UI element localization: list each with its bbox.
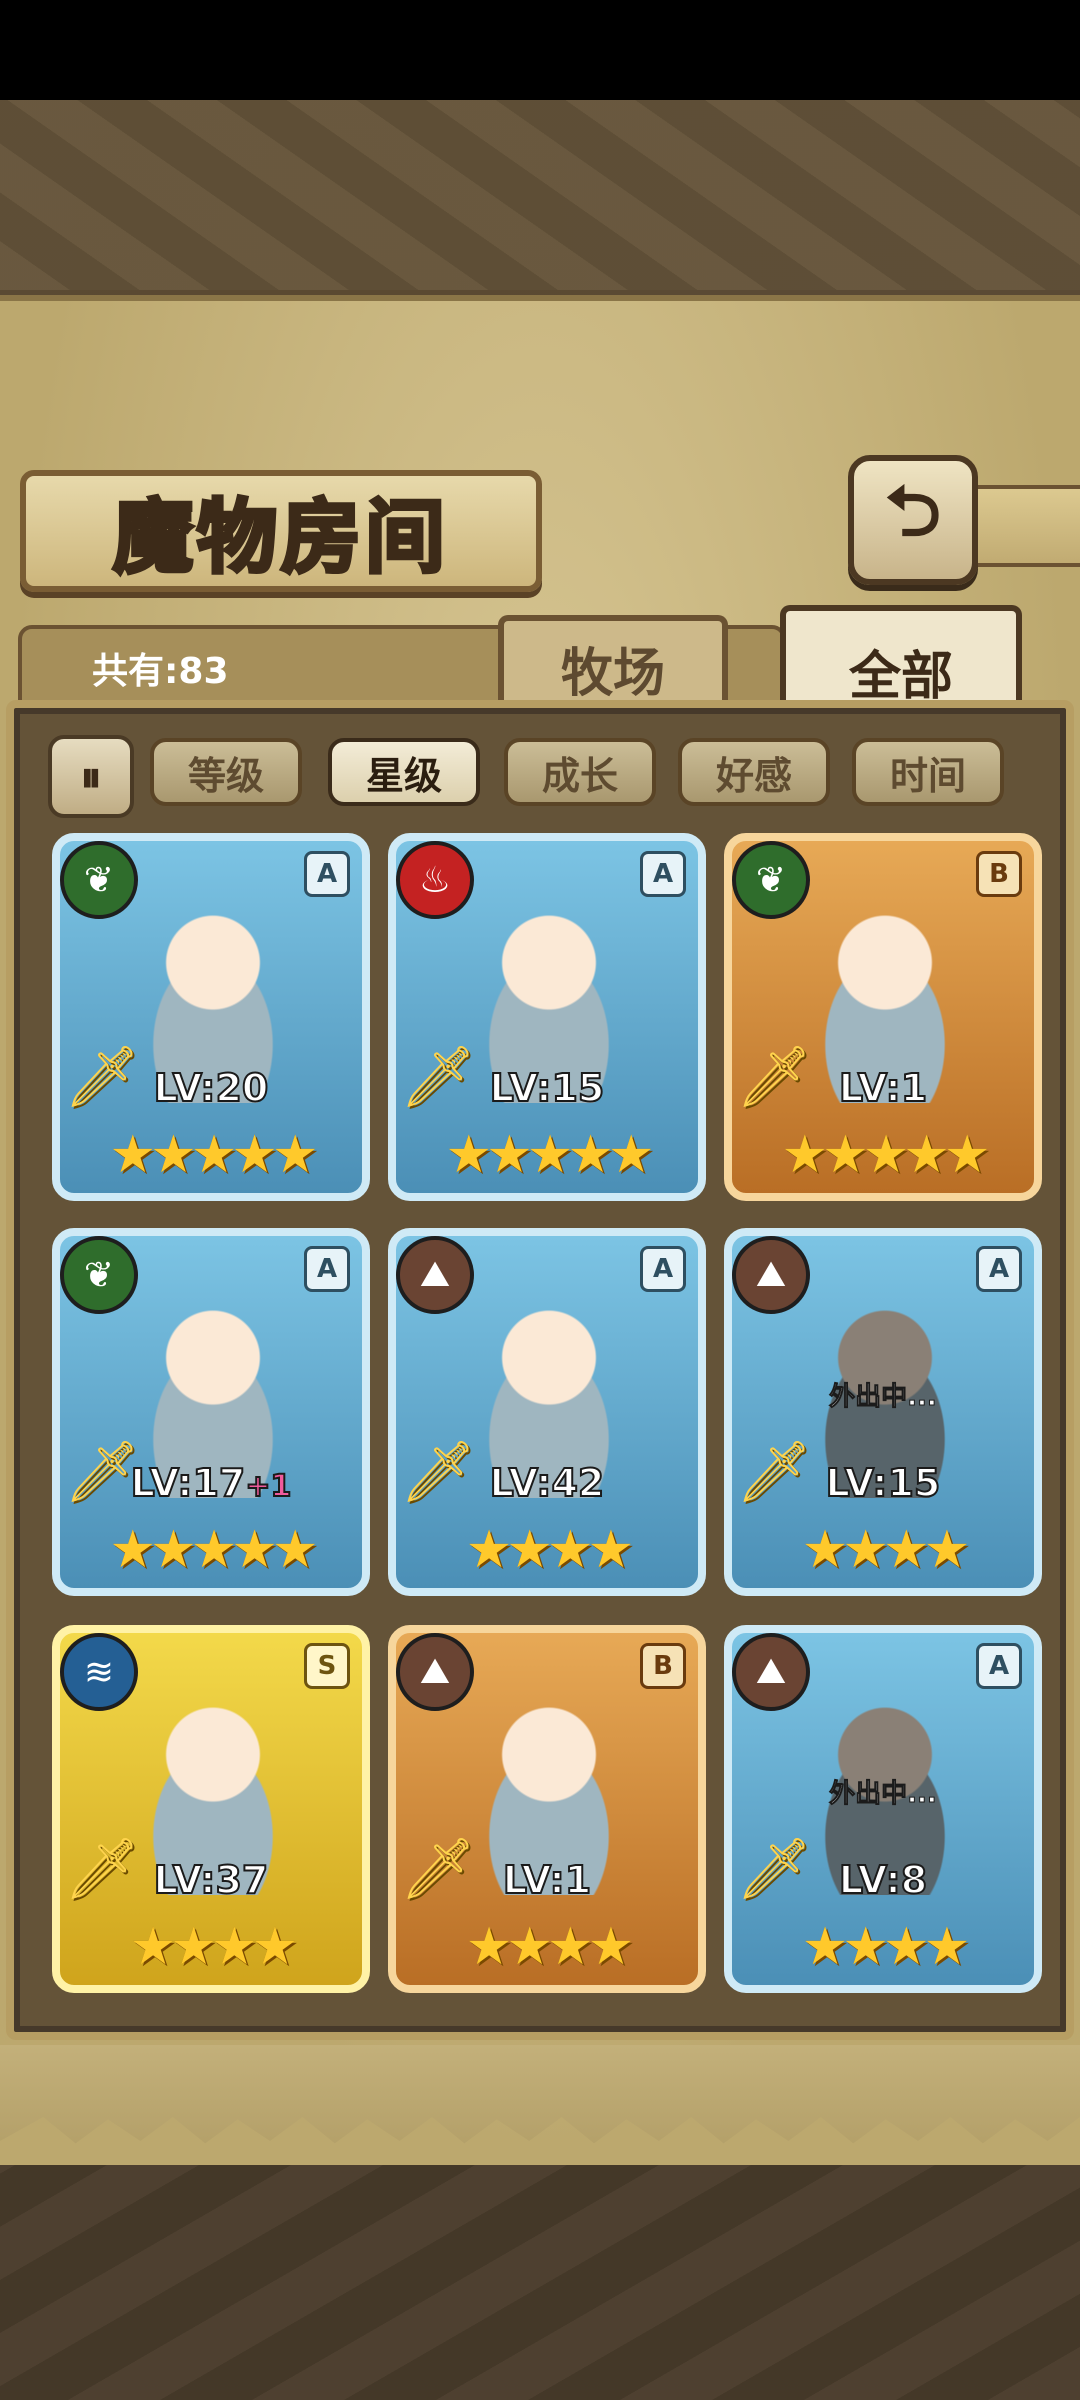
rock-icon: ⛰ bbox=[732, 1633, 810, 1711]
monster-card[interactable]: ❦ A 🗡 LV:20 ★★★★★ bbox=[52, 833, 370, 1201]
rank-badge: A bbox=[304, 851, 350, 897]
away-status: 外出中... bbox=[829, 1779, 938, 1810]
rank-badge: B bbox=[640, 1643, 686, 1689]
monster-card[interactable]: ♨ A 🗡 LV:15 ★★★★★ bbox=[388, 833, 706, 1201]
star-rating: ★★★★★ bbox=[109, 1520, 318, 1580]
level-text: LV:20 bbox=[153, 1065, 270, 1111]
rock-icon: ⛰ bbox=[396, 1236, 474, 1314]
sort-order-icon: ⏸ bbox=[80, 751, 102, 801]
rank-badge: S bbox=[304, 1643, 350, 1689]
monster-level: LV:20 bbox=[60, 1065, 362, 1111]
level-text: LV:42 bbox=[489, 1460, 606, 1506]
top-map-band bbox=[0, 100, 1080, 290]
monster-level: LV:15 bbox=[396, 1065, 698, 1111]
monster-level: LV:42 bbox=[396, 1460, 698, 1506]
monster-level: LV:8 bbox=[732, 1857, 1034, 1903]
monster-level: LV:1 bbox=[732, 1065, 1034, 1111]
leaf-icon: ❦ bbox=[60, 1236, 138, 1314]
monster-level: LV:17+1 bbox=[60, 1460, 362, 1506]
star-rating: ★★★★ bbox=[801, 1917, 970, 1977]
water-wave-icon: ≋ bbox=[60, 1633, 138, 1711]
level-text: LV:15 bbox=[825, 1460, 942, 1506]
rank-badge: A bbox=[640, 1246, 686, 1292]
leaf-icon: ❦ bbox=[732, 841, 810, 919]
sort-button-3[interactable]: 好感 bbox=[678, 738, 830, 806]
rank-badge: B bbox=[976, 851, 1022, 897]
monster-card[interactable]: ⛰ A 🗡 外出中... LV:15 ★★★★ bbox=[724, 1228, 1042, 1596]
monster-count: 共有:83 bbox=[92, 651, 229, 692]
monster-level: LV:37 bbox=[60, 1857, 362, 1903]
monster-card[interactable]: ❦ A 🗡 LV:17+1 ★★★★★ bbox=[52, 1228, 370, 1596]
monster-card[interactable]: ⛰ B 🗡 LV:1 ★★★★ bbox=[388, 1625, 706, 1993]
monster-card[interactable]: ⛰ A 🗡 外出中... LV:8 ★★★★ bbox=[724, 1625, 1042, 1993]
level-text: LV:1 bbox=[502, 1857, 592, 1903]
rank-badge: A bbox=[640, 851, 686, 897]
level-text: LV:17 bbox=[130, 1460, 247, 1506]
page-title: 魔物房间 bbox=[111, 488, 449, 586]
star-rating: ★★★★★ bbox=[445, 1125, 654, 1185]
sort-button-4[interactable]: 时间 bbox=[852, 738, 1004, 806]
rank-badge: A bbox=[976, 1643, 1022, 1689]
sort-button-1[interactable]: 星级 bbox=[328, 738, 480, 806]
star-rating: ★★★★★ bbox=[781, 1125, 990, 1185]
back-button-strip bbox=[966, 485, 1080, 567]
return-arrow-icon: ⮌ bbox=[884, 469, 942, 552]
leaf-icon: ❦ bbox=[60, 841, 138, 919]
monster-card[interactable]: ❦ B 🗡 LV:1 ★★★★★ bbox=[724, 833, 1042, 1201]
sort-order-toggle[interactable]: ⏸ bbox=[48, 735, 134, 818]
rank-badge: A bbox=[976, 1246, 1022, 1292]
away-status: 外出中... bbox=[829, 1382, 938, 1413]
star-rating: ★★★★★ bbox=[109, 1125, 318, 1185]
level-text: LV:8 bbox=[838, 1857, 928, 1903]
monster-card[interactable]: ⛰ A 🗡 LV:42 ★★★★ bbox=[388, 1228, 706, 1596]
back-button[interactable]: ⮌ bbox=[848, 455, 978, 585]
sort-button-0[interactable]: 等级 bbox=[150, 738, 302, 806]
monster-card[interactable]: ≋ S 🗡 LV:37 ★★★★ bbox=[52, 1625, 370, 1993]
rank-badge: A bbox=[304, 1246, 350, 1292]
rock-icon: ⛰ bbox=[732, 1236, 810, 1314]
level-text: LV:37 bbox=[153, 1857, 270, 1903]
sort-button-2[interactable]: 成长 bbox=[504, 738, 656, 806]
star-rating: ★★★★ bbox=[465, 1520, 634, 1580]
level-bonus: +1 bbox=[244, 1468, 292, 1505]
flame-icon: ♨ bbox=[396, 841, 474, 919]
monster-level: LV:15 bbox=[732, 1460, 1034, 1506]
level-text: LV:1 bbox=[838, 1065, 928, 1111]
star-rating: ★★★★ bbox=[465, 1917, 634, 1977]
title-plaque: 魔物房间 bbox=[20, 470, 542, 592]
star-rating: ★★★★ bbox=[801, 1520, 970, 1580]
status-bar bbox=[0, 0, 1080, 100]
bottom-map-band bbox=[0, 2165, 1080, 2400]
rock-icon: ⛰ bbox=[396, 1633, 474, 1711]
level-text: LV:15 bbox=[489, 1065, 606, 1111]
star-rating: ★★★★ bbox=[129, 1917, 298, 1977]
monster-level: LV:1 bbox=[396, 1857, 698, 1903]
